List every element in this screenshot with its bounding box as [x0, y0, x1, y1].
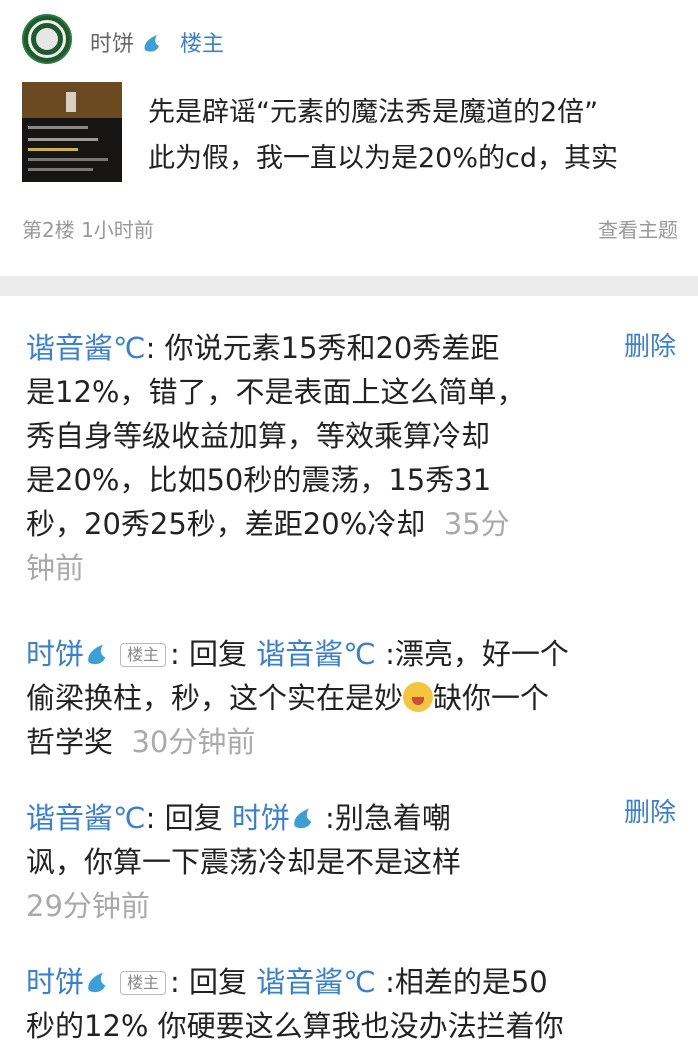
original-post: 时饼 楼主 先是辟谣“元素的魔法秀是魔道的2倍” 此为假，我一直以为是20%的c…	[0, 0, 698, 276]
post-excerpt[interactable]: 先是辟谣“元素的魔法秀是魔道的2倍” 此为假，我一直以为是20%的cd，其实	[148, 90, 678, 182]
louzhu-badge: 楼主	[120, 643, 167, 667]
reply-word: 回复	[189, 637, 248, 671]
reply-username[interactable]: 时饼	[26, 965, 84, 999]
reply-item[interactable]: 谐音酱℃: 回复 时饼 :别急着嘲 讽，你算一下震荡冷却是不是这样 29分钟前	[26, 796, 676, 928]
reply-text: 是12%，错了，不是表面上这么简单，	[26, 375, 526, 409]
post-thumbnail[interactable]	[22, 82, 122, 182]
reply-username[interactable]: 谐音酱℃	[26, 801, 146, 835]
yummy-face-emoji-icon	[403, 682, 434, 712]
view-topic-link[interactable]: 查看主题	[598, 214, 678, 243]
reply-text: 偷梁换柱，秒，这个实在是妙	[26, 681, 404, 715]
reply-text: 讽，你算一下震荡冷却是不是这样	[26, 845, 462, 879]
reply-time: 钟前	[26, 551, 85, 585]
reply-time: 30分钟前	[131, 725, 256, 759]
floor-time: 第2楼 1小时前	[22, 218, 154, 242]
water-drop-icon	[88, 972, 106, 993]
post-line: 先是辟谣“元素的魔法秀是魔道的2倍”	[148, 97, 599, 128]
water-drop-icon	[294, 808, 312, 829]
reply-item[interactable]: 谐音酱℃: 你说元素15秀和20秀差距 是12%，错了，不是表面上这么简单， 秀…	[26, 326, 676, 590]
reply-text: :别急着嘲	[325, 801, 451, 835]
user-avatar[interactable]	[22, 14, 72, 64]
reply-time: 29分钟前	[26, 889, 150, 923]
reply-word: 回复	[189, 965, 248, 999]
op-username[interactable]: 时饼	[90, 26, 163, 58]
water-drop-icon	[88, 644, 106, 665]
reply-text: 是20%，比如50秒的震荡，15秀31	[26, 463, 492, 497]
reply-text: 缺你一个	[433, 681, 550, 715]
reply-text: :相差的是50	[385, 965, 548, 999]
reply-word: 回复	[164, 801, 223, 835]
reply-target[interactable]: 谐音酱℃	[256, 637, 376, 671]
water-drop-icon	[144, 35, 160, 52]
reply-text: 哲学奖	[26, 725, 114, 759]
delete-button[interactable]: 删除	[624, 326, 676, 363]
reply-text: 你说元素15秀和20秀差距	[164, 331, 500, 365]
reply-time: 35分	[443, 507, 510, 541]
reply-username[interactable]: 谐音酱℃	[26, 331, 146, 365]
reply-text: 秒，20秀25秒，差距20%冷却	[26, 507, 426, 541]
reply-text: 秀自身等级收益加算，等效乘算冷却	[26, 419, 491, 453]
reply-item[interactable]: 时饼 楼主: 回复 谐音酱℃ :漂亮，好一个 偷梁换柱，秒，这个实在是妙 缺你一个 …	[26, 632, 676, 764]
delete-button[interactable]: 删除	[624, 792, 676, 829]
reply-text: 秒的12% 你硬要这么算我也没办法拦着你	[26, 1009, 564, 1043]
reply-username[interactable]: 时饼	[26, 637, 84, 671]
reply-target[interactable]: 谐音酱℃	[256, 965, 376, 999]
louzhu-badge: 楼主	[120, 971, 167, 995]
reply-target[interactable]: 时饼	[232, 801, 290, 835]
reply-item[interactable]: 时饼 楼主: 回复 谐音酱℃ :相差的是50 秒的12% 你硬要这么算我也没办法拦…	[26, 960, 676, 1048]
post-line: 此为假，我一直以为是20%的cd，其实	[148, 143, 618, 174]
reply-text: :漂亮，好一个	[385, 637, 569, 671]
section-divider	[0, 276, 698, 296]
louzhu-label[interactable]: 楼主	[180, 26, 224, 58]
